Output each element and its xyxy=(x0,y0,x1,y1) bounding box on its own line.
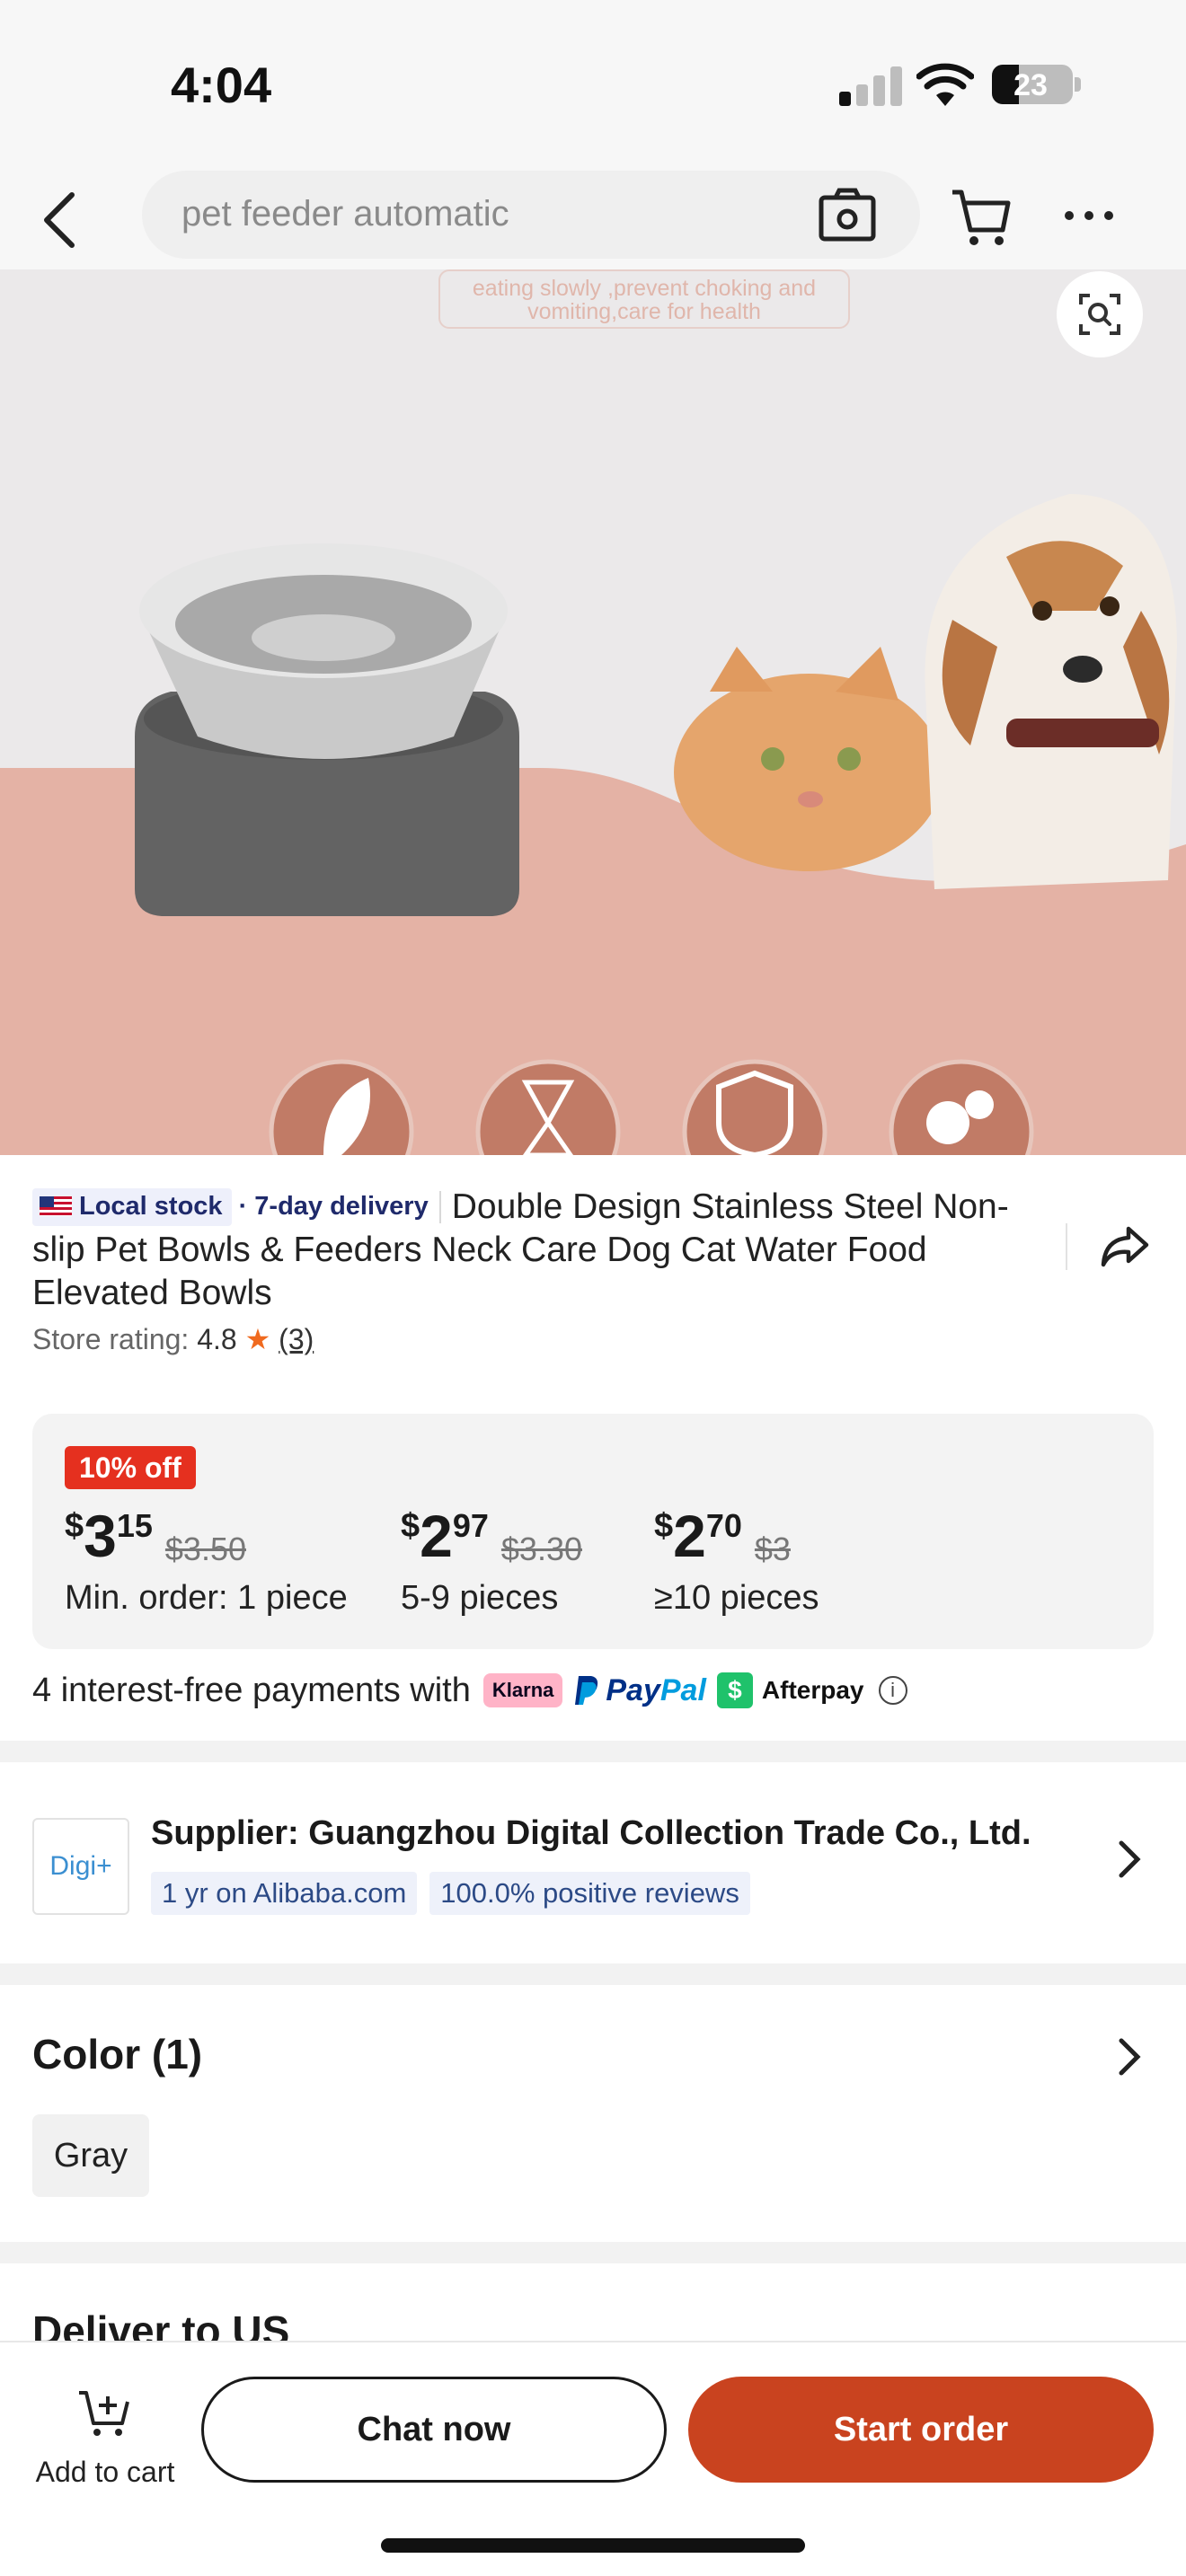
tier-original-price: $3 xyxy=(754,1531,791,1567)
price-tiers-card: 10% off $ 3 15 $3.50 Min. order: 1 piece… xyxy=(32,1414,1154,1649)
local-stock-badge: Local stock xyxy=(32,1188,232,1226)
battery-tip xyxy=(1075,77,1081,92)
star-icon: ★ xyxy=(244,1323,271,1355)
paypal-logo: Pay Pal xyxy=(573,1673,706,1708)
color-option-gray[interactable]: Gray xyxy=(32,2114,149,2197)
back-arrow-icon xyxy=(44,192,75,248)
tier-quantity: ≥10 pieces xyxy=(654,1579,819,1617)
cellular-signal-icon xyxy=(839,66,904,106)
supplier-name: Supplier: Guangzhou Digital Collection T… xyxy=(151,1814,1031,1852)
chevron-right-icon xyxy=(1119,1840,1141,1878)
product-photo-illustration xyxy=(0,494,1186,1155)
product-image[interactable]: eating slowly ,prevent choking and vomit… xyxy=(0,269,1186,1155)
info-icon[interactable]: i xyxy=(878,1676,907,1705)
visual-search-button[interactable] xyxy=(1057,271,1143,357)
tier-price-cents: 97 xyxy=(452,1507,489,1544)
status-bar: 4:04 23 xyxy=(0,0,1186,171)
afterpay-text: Afterpay xyxy=(761,1676,864,1704)
payment-options-text: 4 interest-free payments with xyxy=(32,1671,471,1709)
tier-quantity: 5-9 pieces xyxy=(401,1579,559,1617)
section-divider xyxy=(0,1741,1186,1762)
add-to-cart-label: Add to cart xyxy=(35,2456,175,2488)
store-rating-label: Store rating: xyxy=(32,1323,190,1355)
color-section[interactable]: Color (1) Gray xyxy=(0,1985,1186,2242)
home-indicator[interactable] xyxy=(381,2538,805,2553)
title-separator xyxy=(438,1191,441,1223)
share-divider xyxy=(1066,1223,1067,1270)
chat-now-button[interactable]: Chat now xyxy=(201,2377,667,2483)
add-to-cart-button[interactable]: Add to cart xyxy=(27,2384,183,2492)
image-tagline: eating slowly ,prevent choking and vomit… xyxy=(438,269,850,329)
price-tier-1: $ 3 15 $3.50 Min. order: 1 piece xyxy=(65,1504,348,1618)
battery-icon: 23 xyxy=(992,65,1073,104)
add-cart-icon xyxy=(79,2391,129,2436)
search-query-text: pet feeder automatic xyxy=(181,194,509,234)
price-tier-3: $ 2 70 $3 ≥10 pieces xyxy=(654,1504,819,1618)
paypal-text-b: Pal xyxy=(659,1672,706,1707)
klarna-logo: Klarna xyxy=(482,1673,563,1707)
price-tier-2: $ 2 97 $3.30 5-9 pieces xyxy=(401,1504,582,1618)
chevron-right-icon xyxy=(1119,2038,1141,2076)
payment-options[interactable]: 4 interest-free payments with Klarna Pay… xyxy=(32,1667,1164,1714)
local-stock-label: Local stock xyxy=(79,1192,223,1221)
store-rating-value: 4.8 xyxy=(197,1323,237,1355)
supplier-years-tag: 1 yr on Alibaba.com xyxy=(151,1872,418,1915)
color-title: Color (1) xyxy=(32,2031,203,2078)
section-divider xyxy=(0,1963,1186,1985)
paypal-icon xyxy=(575,1676,598,1705)
bottom-action-bar: Add to cart Chat now Start order xyxy=(0,2341,1186,2576)
discount-badge: 10% off xyxy=(65,1446,196,1489)
store-rating: Store rating: 4.8 ★ (3) xyxy=(32,1322,314,1356)
tier-price-cents: 70 xyxy=(705,1507,742,1544)
share-icon[interactable] xyxy=(1098,1220,1152,1274)
search-input[interactable]: pet feeder automatic xyxy=(142,171,920,259)
tier-price-cents: 15 xyxy=(116,1507,153,1544)
afterpay-icon: $ xyxy=(716,1672,753,1708)
tier-quantity: Min. order: 1 piece xyxy=(65,1579,348,1617)
section-divider xyxy=(0,2242,1186,2263)
cart-icon[interactable] xyxy=(949,180,1013,251)
search-header: pet feeder automatic xyxy=(0,171,1186,269)
wifi-icon xyxy=(916,63,974,106)
tier-currency: $ xyxy=(401,1507,420,1545)
scan-search-icon xyxy=(1079,294,1120,335)
product-title-block: Local stock · 7-day delivery Double Design… xyxy=(32,1186,1030,1315)
tier-original-price: $3.50 xyxy=(164,1531,246,1567)
more-icon[interactable] xyxy=(1060,189,1118,243)
tier-currency: $ xyxy=(654,1507,674,1545)
paypal-text-a: Pay xyxy=(606,1672,660,1707)
supplier-logo: Digi+ xyxy=(32,1818,129,1915)
afterpay-logo: $ Afterpay xyxy=(716,1672,864,1708)
tier-price-whole: 2 xyxy=(673,1503,706,1569)
status-time: 4:04 xyxy=(171,57,272,113)
us-flag-icon xyxy=(40,1196,72,1216)
supplier-reviews-tag: 100.0% positive reviews xyxy=(429,1872,750,1915)
supplier-section[interactable]: Digi+ Supplier: Guangzhou Digital Collec… xyxy=(0,1766,1186,1963)
review-count-link[interactable]: (3) xyxy=(279,1323,314,1355)
tier-price-whole: 3 xyxy=(84,1503,117,1569)
supplier-tags: 1 yr on Alibaba.com 100.0% positive revi… xyxy=(151,1872,750,1915)
start-order-button[interactable]: Start order xyxy=(688,2377,1154,2483)
tier-price-whole: 2 xyxy=(420,1503,453,1569)
tier-original-price: $3.30 xyxy=(500,1531,582,1567)
product-info: Local stock · 7-day delivery Double Design… xyxy=(0,1155,1186,1380)
battery-percent: 23 xyxy=(1013,68,1048,102)
camera-icon[interactable] xyxy=(818,187,877,243)
delivery-badge: · 7-day delivery xyxy=(238,1192,429,1221)
back-button[interactable] xyxy=(31,180,88,260)
tier-currency: $ xyxy=(65,1507,84,1545)
